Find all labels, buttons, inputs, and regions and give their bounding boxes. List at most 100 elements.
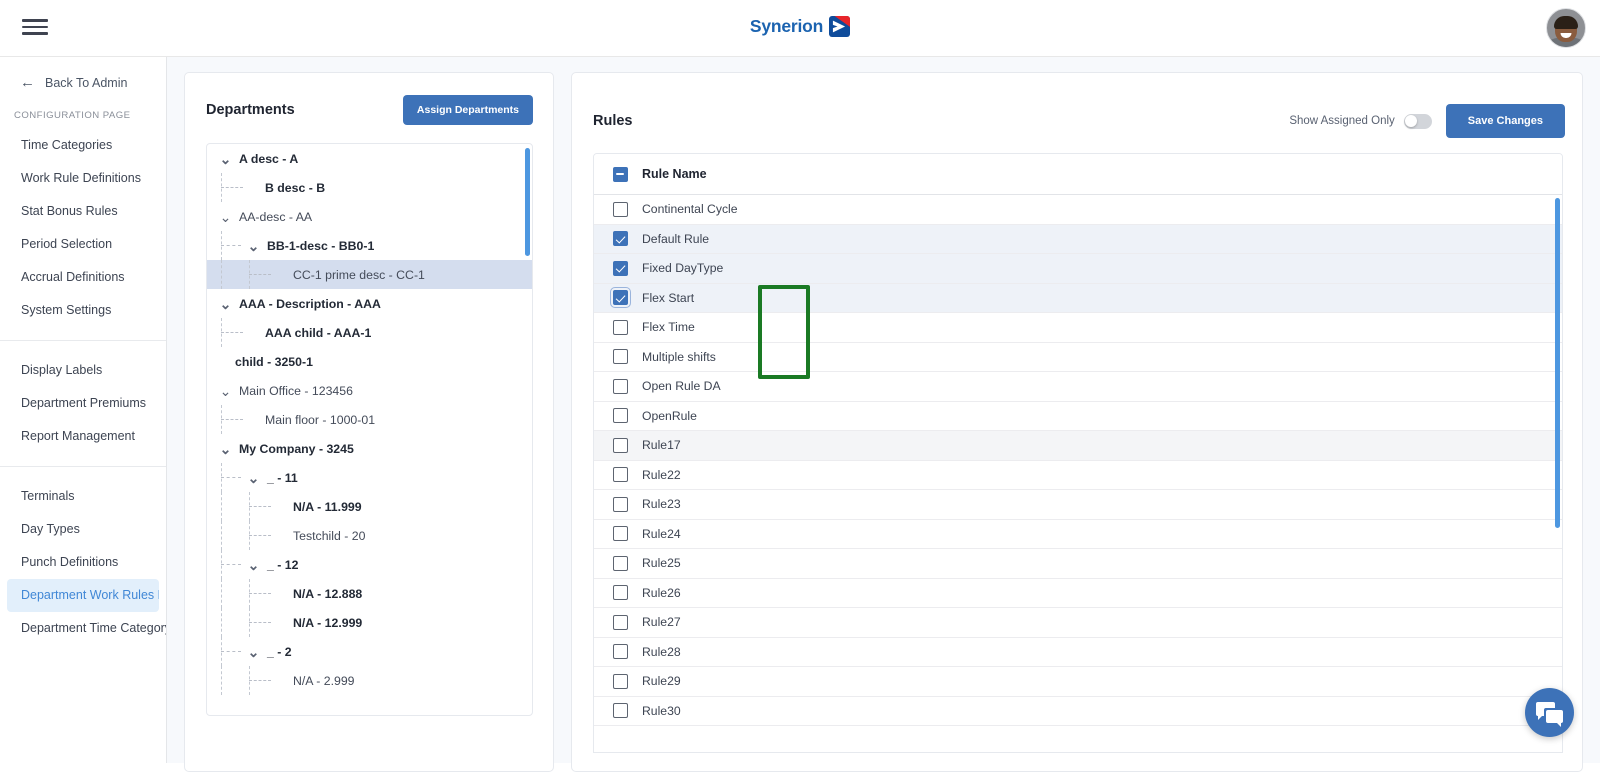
rules-table-row[interactable]: Multiple shifts (594, 342, 1562, 372)
rules-table-row[interactable]: Rule24 (594, 519, 1562, 549)
rule-checkbox[interactable] (613, 585, 628, 601)
rules-table-row[interactable]: Continental Cycle (594, 195, 1562, 225)
sidebar-item-report-management[interactable]: Report Management (0, 420, 166, 453)
rule-checkbox[interactable] (613, 526, 628, 542)
tree-node[interactable]: ⌄ A desc - A (207, 144, 532, 173)
rules-table-row[interactable]: Flex Start (594, 283, 1562, 313)
departments-tree-scrollbar[interactable] (525, 148, 530, 256)
rule-checkbox[interactable] (613, 614, 628, 630)
sidebar-item-period-selection[interactable]: Period Selection (0, 228, 166, 261)
tree-node[interactable]: ⌄ My Company - 3245 (207, 434, 532, 463)
rule-checkbox[interactable] (613, 555, 628, 571)
tree-guide-line (249, 666, 250, 695)
sidebar-item-stat-bonus-rules[interactable]: Stat Bonus Rules (0, 195, 166, 228)
tree-node[interactable]: ⌄ _ - 11 (207, 463, 532, 492)
select-all-checkbox[interactable] (613, 166, 628, 182)
tree-node[interactable]: ⌄ Main Office - 123456 (207, 376, 532, 405)
rules-table-row[interactable]: Open Rule DA (594, 372, 1562, 402)
chevron-down-icon[interactable]: ⌄ (219, 297, 232, 311)
sidebar-item-accrual-definitions[interactable]: Accrual Definitions (0, 261, 166, 294)
rule-checkbox[interactable] (613, 437, 628, 453)
sidebar-item-work-rule-definitions[interactable]: Work Rule Definitions (0, 162, 166, 195)
rule-checkbox[interactable] (613, 260, 628, 276)
chevron-down-icon[interactable]: ⌄ (247, 471, 260, 485)
rule-checkbox[interactable] (613, 408, 628, 424)
brand-name: Synerion (749, 16, 824, 36)
rules-table-row[interactable]: Flex Time (594, 313, 1562, 343)
rule-name-label: Rule29 (642, 674, 681, 689)
rules-table-row[interactable]: Rule17 (594, 431, 1562, 461)
rule-checkbox[interactable] (613, 201, 628, 217)
sidebar-item-department-time-category[interactable]: Department Time Category ... (0, 612, 166, 645)
rule-checkbox[interactable] (613, 378, 628, 394)
rules-table-row[interactable]: Rule27 (594, 608, 1562, 638)
tree-node[interactable]: ⌄ _ - 12 (207, 550, 532, 579)
tree-node[interactable]: ⌄ AAA - Description - AAA (207, 289, 532, 318)
sidebar-item-day-types[interactable]: Day Types (0, 513, 166, 546)
rule-checkbox[interactable] (613, 644, 628, 660)
departments-tree-scroll[interactable]: ⌄ A desc - A B desc - B ⌄ AA-desc - AA ⌄ BB-1-… (207, 144, 532, 715)
sidebar-item-time-categories[interactable]: Time Categories (0, 129, 166, 162)
rules-table-row[interactable]: OpenRule (594, 401, 1562, 431)
chevron-down-icon[interactable]: ⌄ (247, 558, 260, 572)
tree-guide-line (221, 318, 222, 347)
rules-table-scrollbar[interactable] (1555, 198, 1560, 528)
synerion-chevron-mark-icon (829, 16, 851, 37)
rules-table-row[interactable]: Rule23 (594, 490, 1562, 520)
tree-node[interactable]: N/A - 11.999 (207, 492, 532, 521)
tree-node[interactable]: CC-1 prime desc - CC-1 (207, 260, 532, 289)
rules-table-row[interactable]: Rule22 (594, 460, 1562, 490)
tree-node[interactable]: B desc - B (207, 173, 532, 202)
rule-name-label: Fixed DayType (642, 261, 724, 276)
show-assigned-only-toggle[interactable] (1403, 113, 1432, 129)
sidebar-item-system-settings[interactable]: System Settings (0, 294, 166, 327)
chevron-down-icon[interactable]: ⌄ (219, 384, 232, 398)
tree-node[interactable]: ⌄ _ - 2 (207, 637, 532, 666)
chevron-down-icon[interactable]: ⌄ (219, 442, 232, 456)
rule-checkbox[interactable] (610, 287, 631, 309)
sidebar-item-punch-definitions[interactable]: Punch Definitions (0, 546, 166, 579)
rule-checkbox[interactable] (613, 319, 628, 335)
rules-table-row[interactable]: Rule30 (594, 696, 1562, 726)
rules-table-row[interactable]: Rule26 (594, 578, 1562, 608)
rule-checkbox[interactable] (613, 703, 628, 719)
sidebar-item-department-work-rules-filter[interactable]: Department Work Rules Filt... (7, 579, 159, 612)
sidebar-item-department-premiums[interactable]: Department Premiums (0, 387, 166, 420)
assign-departments-button[interactable]: Assign Departments (402, 95, 533, 125)
tree-guide-line (221, 492, 222, 521)
tree-node[interactable]: N/A - 12.888 (207, 579, 532, 608)
save-changes-button[interactable]: Save Changes (1445, 104, 1565, 138)
tree-node[interactable]: child - 3250-1 (207, 347, 532, 376)
tree-node[interactable]: ⌄ AA-desc - AA (207, 202, 532, 231)
tree-node-label: _ - 12 (267, 557, 299, 572)
rules-table-row[interactable]: Rule25 (594, 549, 1562, 579)
tree-node[interactable]: Testchild - 20 (207, 521, 532, 550)
chevron-down-icon[interactable]: ⌄ (247, 645, 260, 659)
rules-table-row[interactable]: Rule29 (594, 667, 1562, 697)
rules-table-row[interactable]: Fixed DayType (594, 254, 1562, 284)
sidebar-item-terminals[interactable]: Terminals (0, 480, 166, 513)
chevron-down-icon[interactable]: ⌄ (219, 210, 232, 224)
rule-checkbox[interactable] (613, 496, 628, 512)
chevron-down-icon[interactable]: ⌄ (247, 239, 260, 253)
sidebar-item-display-labels[interactable]: Display Labels (0, 354, 166, 387)
tree-node[interactable]: N/A - 2.999 (207, 666, 532, 695)
rule-name-label: OpenRule (642, 408, 697, 423)
tree-node[interactable]: AAA child - AAA-1 (207, 318, 532, 347)
chat-bubbles-icon[interactable] (1525, 688, 1574, 737)
chevron-down-icon[interactable]: ⌄ (219, 152, 232, 166)
tree-node[interactable]: N/A - 12.999 (207, 608, 532, 637)
tree-node[interactable]: ⌄ BB-1-desc - BB0-1 (207, 231, 532, 260)
tree-connector-dash (249, 593, 271, 594)
rule-checkbox[interactable] (613, 231, 628, 247)
rule-checkbox[interactable] (613, 349, 628, 365)
tree-guide-line (221, 637, 222, 666)
tree-node[interactable]: Main floor - 1000-01 (207, 405, 532, 434)
rules-table-row[interactable]: Default Rule (594, 224, 1562, 254)
rules-table-row[interactable]: Rule28 (594, 637, 1562, 667)
avatar[interactable] (1546, 8, 1586, 48)
rule-checkbox[interactable] (613, 673, 628, 689)
tree-node-label: AA-desc - AA (239, 209, 313, 224)
rule-checkbox[interactable] (613, 467, 628, 483)
back-to-admin-link[interactable]: ← Back To Admin (0, 57, 166, 90)
